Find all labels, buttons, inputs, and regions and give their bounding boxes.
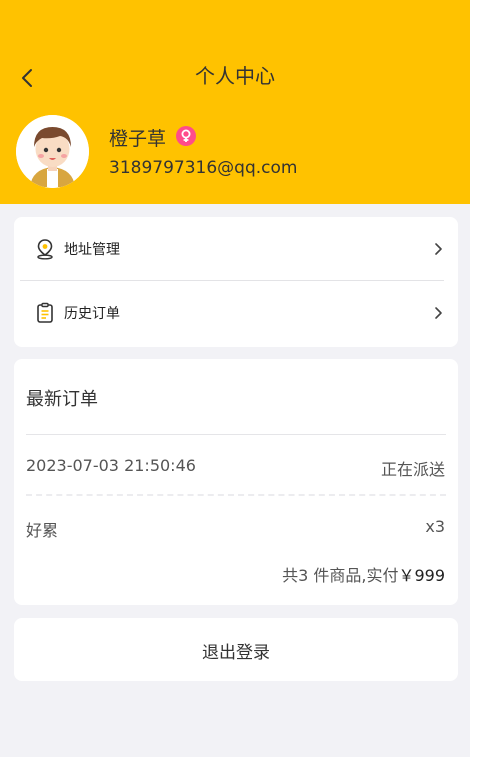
avatar[interactable] <box>16 115 89 188</box>
order-item-quantity: x3 <box>425 517 445 536</box>
location-pin-icon <box>37 239 53 260</box>
page-title: 个人中心 <box>195 64 275 88</box>
menu-item-order-history[interactable]: 历史订单 <box>14 281 458 345</box>
order-total: 共3 件商品,实付￥999 <box>282 562 445 586</box>
user-email: 3189797316@qq.com <box>109 158 298 178</box>
header: 个人中心 橙子草 3189797316@qq.com <box>0 0 470 204</box>
menu-item-label: 历史订单 <box>64 306 120 322</box>
order-total-amount: ￥999 <box>398 566 445 585</box>
menu-item-address[interactable]: 地址管理 <box>14 217 458 281</box>
clipboard-icon <box>37 302 53 323</box>
user-name: 橙子草 <box>109 128 167 150</box>
female-icon <box>176 126 196 146</box>
chevron-right-icon <box>435 307 442 319</box>
logout-label: 退出登录 <box>202 643 270 663</box>
order-total-prefix: 共3 件商品,实付 <box>282 566 399 585</box>
dashed-divider <box>26 494 446 496</box>
divider <box>26 434 446 435</box>
divider <box>20 280 444 281</box>
order-time: 2023-07-03 21:50:46 <box>26 456 196 475</box>
latest-order-card: 最新订单 2023-07-03 21:50:46 正在派送 好累 x3 共3 件… <box>14 359 458 605</box>
page: 个人中心 橙子草 3189797316@qq.com 地址管理 历史订单 最新订… <box>0 0 470 757</box>
order-item-name: 好累 <box>26 521 59 540</box>
chevron-right-icon <box>435 243 442 255</box>
order-status: 正在派送 <box>380 460 445 479</box>
section-title: 最新订单 <box>26 389 98 410</box>
menu-item-label: 地址管理 <box>64 242 120 258</box>
logout-button[interactable]: 退出登录 <box>14 618 458 681</box>
menu-card: 地址管理 历史订单 <box>14 217 458 347</box>
avatar-illustration <box>16 115 89 188</box>
